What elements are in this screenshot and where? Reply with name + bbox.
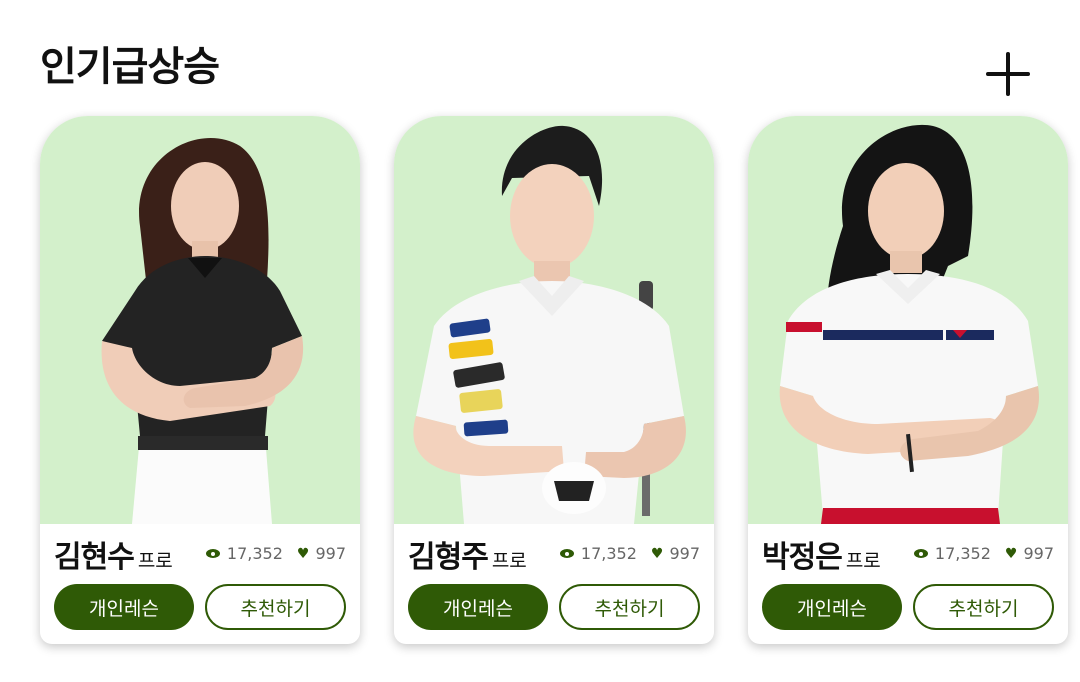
pro-photo[interactable] (394, 116, 714, 524)
private-lesson-button[interactable]: 개인레슨 (762, 584, 902, 630)
like-count: ♥ 997 (1005, 544, 1054, 563)
like-count-value: 997 (315, 544, 346, 563)
view-count: 17,352 (559, 544, 637, 563)
recommend-button[interactable]: 추천하기 (913, 584, 1054, 630)
private-lesson-button[interactable]: 개인레슨 (408, 584, 548, 630)
pro-card[interactable]: 김형주 프로 17,352 ♥ 997 개인레슨 추천하기 (394, 116, 714, 644)
view-count-value: 17,352 (580, 544, 637, 563)
view-count-value: 17,352 (226, 544, 283, 563)
view-count: 17,352 (205, 544, 283, 563)
heart-icon: ♥ (650, 545, 664, 562)
pro-title-suffix: 프로 (845, 550, 881, 572)
like-count: ♥ 997 (651, 544, 700, 563)
eye-icon (913, 549, 928, 558)
recommend-button[interactable]: 추천하기 (559, 584, 700, 630)
pro-name: 김현수 (54, 540, 135, 575)
pro-title-suffix: 프로 (491, 550, 527, 572)
eye-icon (559, 549, 574, 558)
pro-name: 김형주 (408, 540, 489, 575)
eye-icon (205, 549, 220, 558)
heart-icon: ♥ (296, 545, 310, 562)
pro-title-suffix: 프로 (137, 550, 173, 572)
recommend-button[interactable]: 추천하기 (205, 584, 346, 630)
pro-photo[interactable] (40, 116, 360, 524)
pro-name: 박정은 (762, 540, 843, 575)
heart-icon: ♥ (1004, 545, 1018, 562)
view-count: 17,352 (913, 544, 991, 563)
like-count-value: 997 (1023, 544, 1054, 563)
pro-card[interactable]: 박정은 프로 17,352 ♥ 997 개인레슨 추천하기 (748, 116, 1068, 644)
private-lesson-button[interactable]: 개인레슨 (54, 584, 194, 630)
view-count-value: 17,352 (934, 544, 991, 563)
pro-card[interactable]: 김현수 프로 17,352 ♥ 997 개인레슨 추천하기 (40, 116, 360, 644)
section-title: 인기급상승 (40, 44, 220, 90)
like-count-value: 997 (669, 544, 700, 563)
pro-photo[interactable] (748, 116, 1068, 524)
add-button[interactable] (986, 52, 1030, 96)
like-count: ♥ 997 (297, 544, 346, 563)
